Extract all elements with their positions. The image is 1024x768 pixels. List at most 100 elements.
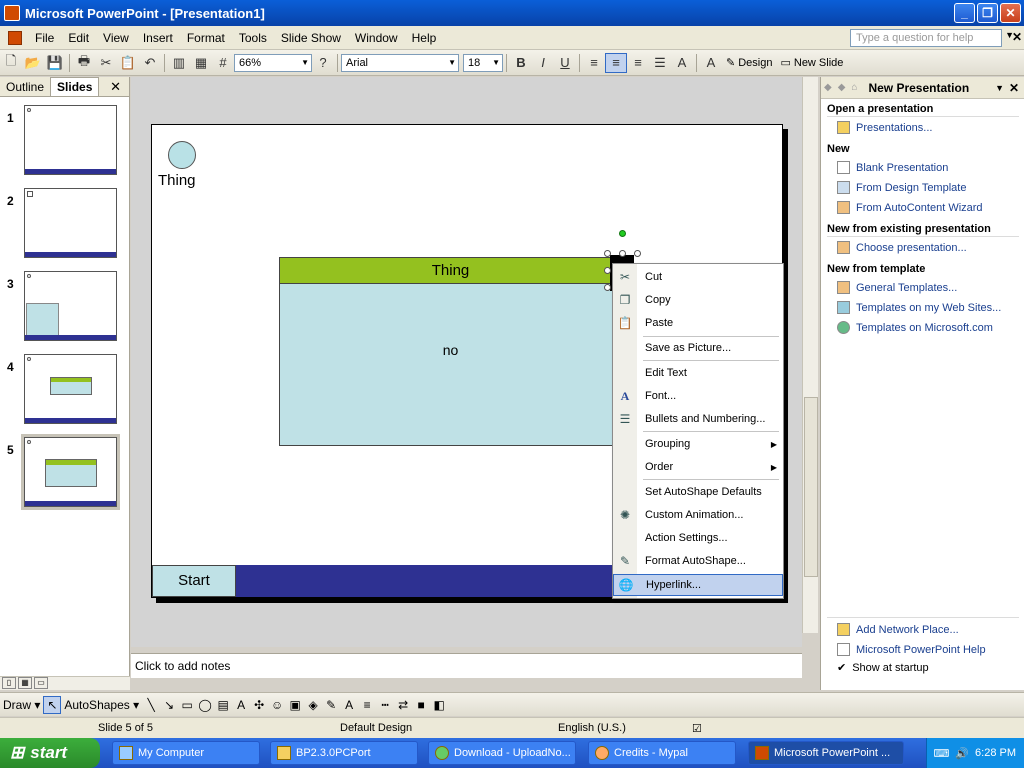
menu-item-format-autoshape[interactable]: ✎ Format AutoShape... <box>613 550 783 572</box>
slide-thumbnail[interactable] <box>24 271 117 341</box>
link-design-template[interactable]: From Design Template <box>837 181 966 194</box>
help-icon[interactable]: ? <box>312 53 334 73</box>
select-pointer-icon[interactable]: ↖ <box>43 695 62 714</box>
menu-item-hyperlink[interactable]: 🌐 Hyperlink... <box>613 574 783 596</box>
close-icon[interactable]: ✕ <box>1009 81 1019 95</box>
link-web-sites-templates[interactable]: Templates on my Web Sites... <box>837 301 1001 314</box>
zoom-select[interactable]: 66% ▼ <box>234 53 312 72</box>
start-button[interactable]: ⊞ start <box>0 738 100 768</box>
resize-handle[interactable] <box>634 250 641 257</box>
menu-item-bullets[interactable]: ☰ Bullets and Numbering... <box>613 408 783 430</box>
slide-thumbnail-row[interactable]: 5 <box>0 434 130 513</box>
font-select[interactable]: Arial ▼ <box>341 53 459 72</box>
help-search-input[interactable]: Type a question for help <box>850 29 1002 47</box>
menu-item-custom-animation[interactable]: ✺ Custom Animation... <box>613 504 783 526</box>
font-color-icon[interactable]: A <box>340 696 358 714</box>
picture-icon[interactable]: ▣ <box>286 696 304 714</box>
design-button[interactable]: ✎ Design <box>722 56 776 70</box>
resize-handle[interactable] <box>604 267 611 274</box>
volume-icon[interactable]: 🔊 <box>955 747 969 760</box>
link-microsoft-templates[interactable]: Templates on Microsoft.com <box>837 321 993 334</box>
open-icon[interactable]: 📂 <box>22 53 44 73</box>
slide-thumbnail[interactable] <box>24 188 117 258</box>
link-presentations[interactable]: Presentations... <box>837 121 932 134</box>
normal-view-icon[interactable]: ▯ <box>2 677 16 689</box>
menu-insert[interactable]: Insert <box>136 28 180 48</box>
fill-color-icon[interactable]: ◈ <box>304 696 322 714</box>
taskbar-item-credits[interactable]: Credits - Mypal <box>588 741 736 765</box>
italic-button[interactable]: I <box>532 53 554 73</box>
taskbar-item-download[interactable]: Download - UploadNo... <box>428 741 576 765</box>
link-choose-presentation[interactable]: Choose presentation... <box>837 241 967 254</box>
align-left-icon[interactable]: ≡ <box>583 53 605 73</box>
tab-outline[interactable]: Outline <box>0 78 50 96</box>
oval-icon[interactable]: ◯ <box>196 696 214 714</box>
taskbar-item-folder[interactable]: BP2.3.0PCPort <box>270 741 418 765</box>
restore-button[interactable]: ❐ <box>977 3 998 23</box>
start-button-shape[interactable]: Start <box>152 565 236 597</box>
line-color-icon[interactable]: ✎ <box>322 696 340 714</box>
box-body-text[interactable]: no <box>280 284 621 358</box>
vertical-scrollbar[interactable] <box>802 77 818 633</box>
menu-window[interactable]: Window <box>348 28 405 48</box>
content-box[interactable]: Thing no <box>279 257 622 446</box>
keyboard-icon[interactable]: ⌨ <box>933 747 949 760</box>
slide-thumbnail-row[interactable]: 1 <box>0 105 130 181</box>
line-style-icon[interactable]: ≡ <box>358 696 376 714</box>
menu-item-copy[interactable]: ❐ Copy <box>613 289 783 311</box>
line-icon[interactable]: ╲ <box>142 696 160 714</box>
document-icon[interactable] <box>8 30 22 45</box>
chevron-down-icon[interactable]: ▼ <box>995 83 1004 93</box>
new-icon[interactable]: 🗋 <box>0 53 22 73</box>
menu-view[interactable]: View <box>96 28 136 48</box>
chevron-down-icon[interactable]: ▼ <box>492 55 500 71</box>
menu-item-font[interactable]: A Font... <box>613 385 783 407</box>
menu-item-grouping[interactable]: Grouping ▶ <box>613 433 783 455</box>
menu-format[interactable]: Format <box>180 28 232 48</box>
box-header[interactable]: Thing <box>280 258 621 284</box>
rotation-handle[interactable] <box>619 230 626 237</box>
chevron-down-icon[interactable]: ▼ <box>448 55 456 71</box>
cut-icon[interactable]: ✂ <box>95 53 117 73</box>
menu-item-save-as-picture[interactable]: Save as Picture... <box>613 337 783 359</box>
slide-thumbnail[interactable] <box>24 354 117 424</box>
home-icon[interactable]: ⌂ <box>848 82 860 93</box>
slide-thumbnail-selected[interactable] <box>21 434 120 510</box>
menu-edit[interactable]: Edit <box>61 28 96 48</box>
slide-thumbnail-row[interactable]: 3 <box>0 271 130 347</box>
tab-slides[interactable]: Slides <box>50 77 100 96</box>
chevron-down-icon[interactable]: ▼ <box>301 55 309 71</box>
clipart-icon[interactable]: ☺ <box>268 696 286 714</box>
notes-area[interactable]: Click to add notes <box>131 653 802 678</box>
diagram-icon[interactable]: ✣ <box>250 696 268 714</box>
slide-thumbnail-row[interactable]: 4 <box>0 354 130 430</box>
show-at-startup-checkbox[interactable]: ✔ Show at startup <box>837 661 929 675</box>
shadow-icon[interactable]: ■ <box>412 696 430 714</box>
chart-icon[interactable]: ▥ <box>168 53 190 73</box>
taskbar-item-powerpoint[interactable]: Microsoft PowerPoint ... <box>748 741 904 765</box>
menu-item-set-autoshape-defaults[interactable]: Set AutoShape Defaults <box>613 481 783 503</box>
menu-slide-show[interactable]: Slide Show <box>274 28 348 48</box>
menu-item-paste[interactable]: 📋 Paste <box>613 312 783 334</box>
underline-button[interactable]: U <box>554 53 576 73</box>
font-size-select[interactable]: 18 ▼ <box>463 53 503 72</box>
bold-button[interactable]: B <box>510 53 532 73</box>
align-center-icon[interactable]: ≡ <box>605 52 627 73</box>
table-icon[interactable]: ▦ <box>190 53 212 73</box>
taskbar-item-my-computer[interactable]: My Computer <box>112 741 260 765</box>
textbox-icon[interactable]: ▤ <box>214 696 232 714</box>
link-autocontent-wizard[interactable]: From AutoContent Wizard <box>837 201 983 214</box>
paste-icon[interactable]: 📋 <box>117 53 139 73</box>
rectangle-icon[interactable]: ▭ <box>178 696 196 714</box>
menu-file[interactable]: File <box>28 28 61 48</box>
circle-shape[interactable] <box>168 141 196 169</box>
link-blank-presentation[interactable]: Blank Presentation <box>837 161 948 174</box>
close-button[interactable]: ✕ <box>1000 3 1021 23</box>
wordart-icon[interactable]: A <box>232 696 250 714</box>
resize-handle[interactable] <box>619 250 626 257</box>
autoshapes-menu[interactable]: AutoShapes ▾ <box>61 698 142 712</box>
slide-thumbnail[interactable] <box>24 105 117 175</box>
align-right-icon[interactable]: ≡ <box>627 53 649 73</box>
minimize-button[interactable]: _ <box>954 3 975 23</box>
close-document-icon[interactable]: ✕ <box>1012 30 1022 44</box>
